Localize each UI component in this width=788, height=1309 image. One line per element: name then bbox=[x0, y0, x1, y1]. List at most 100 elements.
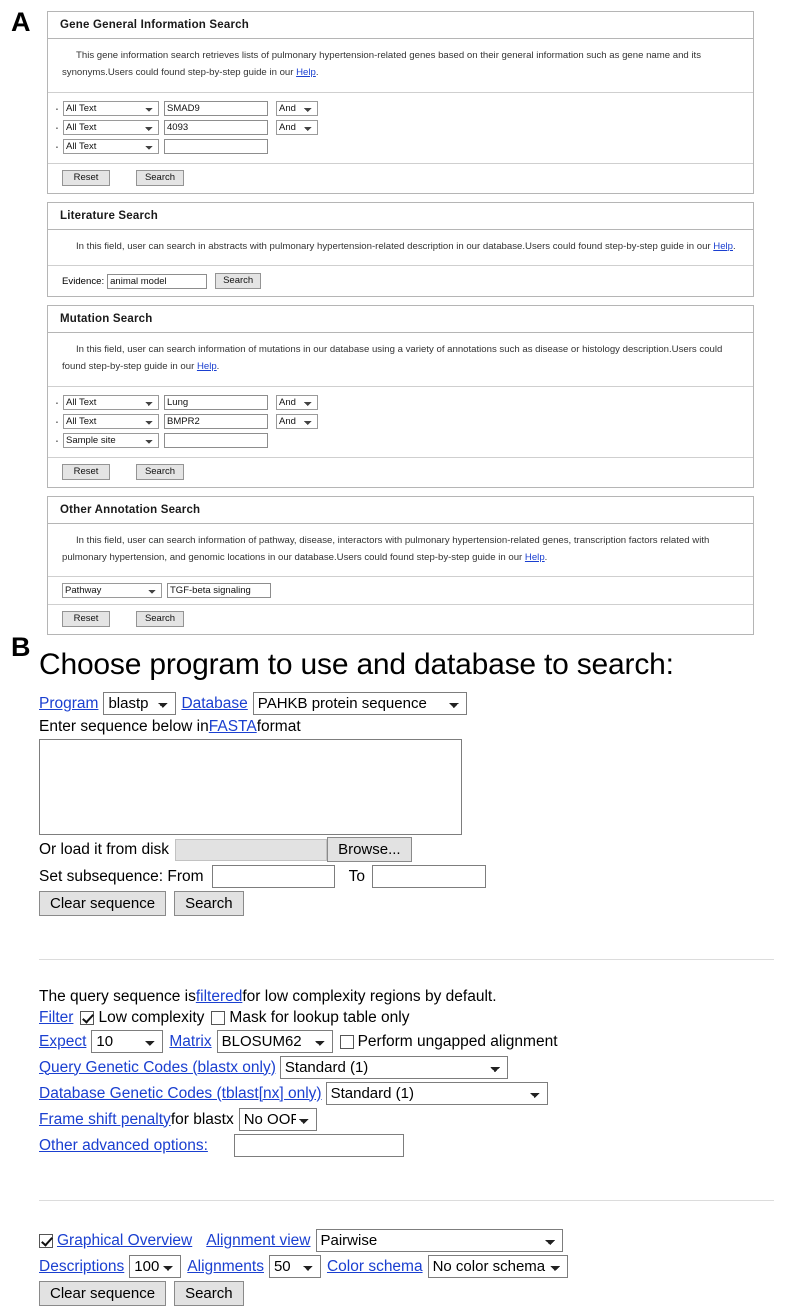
mask-lookup-table-checkbox[interactable] bbox=[211, 1011, 226, 1025]
database-genetic-codes-select[interactable]: Standard (1) bbox=[325, 1082, 548, 1105]
color-schema-select[interactable]: No color schema bbox=[427, 1255, 568, 1278]
gene-search-operator-select-2[interactable]: And bbox=[276, 119, 318, 135]
evidence-label: Evidence: bbox=[62, 275, 105, 287]
expect-link[interactable]: Expect bbox=[39, 1033, 86, 1051]
descriptions-link[interactable]: Descriptions bbox=[39, 1258, 124, 1276]
literature-search-help-link[interactable]: Help bbox=[713, 241, 733, 252]
subsequence-row: Set subsequence: From To bbox=[39, 865, 774, 888]
frame-shift-penalty-suffix: for blastx bbox=[170, 1110, 234, 1128]
gene-search-field-select-3[interactable]: All Text bbox=[63, 138, 159, 154]
mutation-search-search-button[interactable]: Search bbox=[136, 463, 184, 480]
matrix-select[interactable]: BLOSUM62 bbox=[216, 1030, 333, 1053]
other-annotation-search-title: Other Annotation Search bbox=[48, 497, 753, 524]
other-annotation-desc-text: In this field, user can search informati… bbox=[62, 534, 710, 563]
other-annotation-reset-button[interactable]: Reset bbox=[62, 611, 110, 628]
other-annotation-help-link[interactable]: Help bbox=[525, 552, 545, 563]
mutation-search-buttons: Reset Search bbox=[48, 458, 753, 487]
alignments-link[interactable]: Alignments bbox=[187, 1258, 264, 1276]
color-schema-link[interactable]: Color schema bbox=[327, 1258, 423, 1276]
database-select[interactable]: PAHKB protein sequence bbox=[252, 692, 467, 715]
mutation-search-field-select-2[interactable]: All Text bbox=[63, 413, 159, 429]
mutation-search-field-select-3[interactable]: Sample site bbox=[63, 432, 159, 448]
mutation-search-reset-button[interactable]: Reset bbox=[62, 463, 110, 480]
filtered-note-prefix: The query sequence is bbox=[39, 988, 196, 1005]
mutation-search-field-select-1[interactable]: All Text bbox=[63, 394, 159, 410]
frame-shift-penalty-link[interactable]: Frame shift penalty bbox=[39, 1111, 171, 1129]
load-from-disk-label: Or load it from disk bbox=[39, 840, 170, 858]
gene-search-title: Gene General Information Search bbox=[48, 12, 753, 39]
clear-sequence-button-bottom[interactable]: Clear sequence bbox=[39, 1281, 167, 1306]
literature-search-desc-text: In this field, user can search in abstra… bbox=[76, 240, 714, 252]
mutation-search-text-input-2[interactable] bbox=[164, 413, 268, 429]
program-link[interactable]: Program bbox=[39, 695, 98, 713]
matrix-link[interactable]: Matrix bbox=[169, 1033, 211, 1051]
mutation-search-desc-text: In this field, user can search informati… bbox=[62, 344, 723, 373]
bullet-icon bbox=[54, 139, 60, 153]
query-genetic-codes-link[interactable]: Query Genetic Codes (blastx only) bbox=[39, 1059, 276, 1077]
mutation-search-help-link[interactable]: Help bbox=[197, 361, 217, 372]
other-advanced-options-input[interactable] bbox=[233, 1134, 404, 1157]
database-link[interactable]: Database bbox=[181, 695, 247, 713]
frame-shift-penalty-select[interactable]: No OOF bbox=[238, 1108, 317, 1131]
gene-search-field-select-1[interactable]: All Text bbox=[63, 100, 159, 116]
mutation-search-desc-period: . bbox=[216, 361, 220, 373]
other-annotation-search-button[interactable]: Search bbox=[136, 611, 184, 628]
program-select[interactable]: blastp bbox=[103, 692, 177, 715]
subsequence-from-input[interactable] bbox=[211, 865, 335, 888]
other-annotation-text-input[interactable] bbox=[167, 583, 271, 599]
query-genetic-codes-select[interactable]: Standard (1) bbox=[279, 1056, 508, 1079]
search-button-bottom[interactable]: Search bbox=[174, 1281, 244, 1306]
bullet-icon bbox=[54, 120, 60, 134]
spacer-above-divider-2 bbox=[39, 1160, 774, 1200]
alignment-view-select[interactable]: Pairwise bbox=[315, 1229, 563, 1252]
graphical-overview-checkbox[interactable] bbox=[39, 1233, 53, 1248]
other-advanced-options-row: Other advanced options: bbox=[39, 1134, 774, 1157]
gene-search-rows: All Text And All Text And bbox=[48, 93, 753, 164]
gene-search-text-input-2[interactable] bbox=[164, 119, 268, 135]
mutation-search-row-2: All Text And bbox=[48, 412, 753, 431]
mutation-search-text-input-3[interactable] bbox=[164, 432, 268, 448]
clear-sequence-button-top[interactable]: Clear sequence bbox=[39, 891, 167, 916]
other-advanced-options-link[interactable]: Other advanced options: bbox=[39, 1137, 208, 1155]
alignment-view-link[interactable]: Alignment view bbox=[206, 1232, 310, 1250]
expect-matrix-row: Expect 10 Matrix BLOSUM62 Perform ungapp… bbox=[39, 1030, 774, 1053]
gene-search-desc-period: . bbox=[315, 66, 319, 78]
mutation-search-rows: All Text And All Text And bbox=[48, 387, 753, 458]
subsequence-to-input[interactable] bbox=[371, 865, 486, 888]
low-complexity-checkbox[interactable] bbox=[80, 1011, 95, 1025]
gene-search-text-input-1[interactable] bbox=[164, 100, 268, 116]
graphical-overview-link[interactable]: Graphical Overview bbox=[57, 1232, 192, 1250]
literature-search-evidence-row: Evidence: Search bbox=[48, 266, 753, 296]
gene-search-operator-select-1[interactable]: And bbox=[276, 100, 318, 116]
literature-search-button[interactable]: Search bbox=[215, 273, 262, 290]
gene-search-text-input-3[interactable] bbox=[164, 138, 268, 154]
gene-general-information-search-box: Gene General Information Search This gen… bbox=[47, 11, 754, 194]
fasta-link[interactable]: FASTA bbox=[209, 718, 257, 736]
database-genetic-codes-link[interactable]: Database Genetic Codes (tblast[nx] only) bbox=[39, 1085, 322, 1103]
gene-search-help-link[interactable]: Help bbox=[296, 67, 316, 78]
filtered-link[interactable]: filtered bbox=[196, 988, 243, 1006]
mutation-search-operator-select-1[interactable]: And bbox=[276, 394, 318, 410]
gene-search-field-select-2[interactable]: All Text bbox=[63, 119, 159, 135]
alignments-select[interactable]: 50 bbox=[268, 1255, 321, 1278]
gene-search-search-button[interactable]: Search bbox=[136, 169, 184, 186]
gene-search-description: This gene information search retrieves l… bbox=[48, 39, 753, 93]
gene-search-reset-button[interactable]: Reset bbox=[62, 169, 110, 186]
ungapped-alignment-checkbox[interactable] bbox=[339, 1034, 354, 1049]
mutation-search-text-input-1[interactable] bbox=[164, 394, 268, 410]
search-button-top[interactable]: Search bbox=[174, 891, 244, 916]
gene-search-row-1: All Text And bbox=[48, 99, 753, 118]
other-annotation-field-select[interactable]: Pathway bbox=[62, 583, 162, 599]
sequence-textarea[interactable] bbox=[39, 739, 462, 835]
evidence-input[interactable] bbox=[107, 273, 208, 289]
expect-select[interactable]: 10 bbox=[91, 1030, 164, 1053]
frame-shift-penalty-row: Frame shift penalty for blastx No OOF bbox=[39, 1108, 774, 1131]
mask-lookup-table-label: Mask for lookup table only bbox=[229, 1009, 410, 1026]
filter-link[interactable]: Filter bbox=[39, 1009, 73, 1027]
literature-search-description: In this field, user can search in abstra… bbox=[48, 230, 753, 267]
mutation-search-operator-select-2[interactable]: And bbox=[276, 413, 318, 429]
subsequence-from-label: Set subsequence: From bbox=[39, 867, 204, 885]
browse-button[interactable]: Browse... bbox=[327, 837, 412, 862]
descriptions-select[interactable]: 100 bbox=[129, 1255, 182, 1278]
load-from-disk-row: Or load it from disk Browse... bbox=[39, 837, 774, 862]
